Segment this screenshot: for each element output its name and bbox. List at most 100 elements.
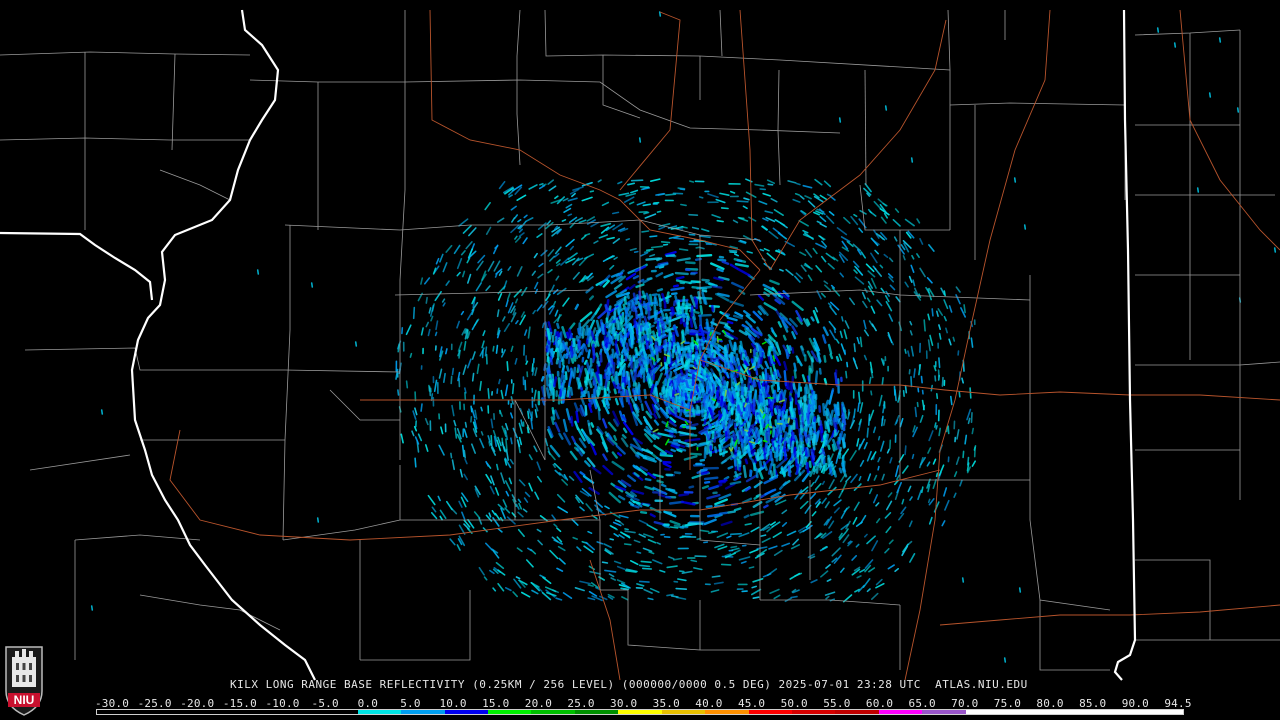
echo-streak [630,179,644,182]
echo-streak [420,403,423,412]
echo-streak [670,448,676,453]
echo-streak [668,341,672,351]
echo-streak [711,388,716,396]
echo-streak [657,293,662,303]
echo-streak [444,348,448,355]
colorbar-swatch [401,710,445,714]
echo-streak [657,339,662,346]
echo-streak [595,352,599,358]
echo-streak [970,411,973,424]
echo-streak [958,391,961,398]
echo-streak [881,376,884,386]
echo-streak [558,351,564,361]
echo-streak [1273,247,1277,253]
echo-streak [802,416,807,425]
colorbar-swatch [531,710,575,714]
echo-streak [836,440,841,450]
echo-streak [678,570,685,573]
echo-streak [710,304,715,312]
echo-streak [835,403,840,417]
echo-streak [685,299,689,306]
echo-streak [576,327,581,336]
echo-streak [664,325,669,333]
echo-streak [696,285,712,290]
echo-streak [701,485,710,490]
echo-streak [546,355,551,364]
echo-streak [793,446,797,458]
echo-streak [695,246,701,249]
echo-streak [706,395,711,402]
echo-streak [405,380,409,389]
echo-streak [505,438,508,451]
echo-streak [877,465,880,471]
echo-streak [623,543,632,546]
echo-streak [494,273,498,278]
echo-streak [579,326,584,337]
echo-streak [617,452,622,457]
colorbar-swatch [1052,710,1097,714]
echo-streak [726,359,731,369]
echo-streak [649,235,658,238]
echo-streak [561,379,566,389]
echo-streak [730,419,734,426]
echo-streak [354,341,358,347]
echo-streak [947,425,950,435]
echo-streak [492,345,495,352]
echo-streak [633,250,639,253]
echo-streak [471,372,475,382]
echo-streak [845,370,848,379]
echo-streak [770,408,774,417]
echo-streak [601,561,609,564]
echo-streak [626,352,630,359]
echo-streak [809,382,814,392]
echo-streak [643,353,648,365]
echo-streak [674,271,689,276]
echo-streak [539,182,544,186]
echo-streak [760,419,765,429]
echo-streak [567,213,573,217]
echo-streak [638,580,650,583]
echo-streak [681,308,686,323]
echo-streak [625,342,630,352]
echo-streak [692,312,697,321]
echo-streak [1196,187,1200,193]
echo-streak [799,413,803,423]
echo-streak [708,350,713,358]
echo-streak [470,405,473,413]
echo-streak [830,388,835,395]
echo-streak [747,404,752,417]
echo-streak [592,377,597,385]
colorbar-swatch [444,710,488,714]
echo-streak [857,391,861,404]
echo-streak [725,371,730,379]
echo-streak [572,347,577,357]
echo-streak [626,323,632,333]
echo-streak [544,321,549,331]
echo-streak [883,418,886,426]
echo-streak [868,376,872,385]
echo-streak [758,375,764,384]
echo-streak [506,360,509,372]
echo-streak [588,365,593,377]
echo-streak [814,370,819,386]
echo-streak [760,402,764,408]
echo-streak [479,380,482,392]
echo-streak [811,356,815,363]
echo-streak [612,362,616,377]
echo-streak [963,304,966,314]
echo-streak [724,389,728,397]
echo-streak [726,423,731,432]
echo-streak [962,450,965,459]
echo-streak [694,351,699,360]
echo-streak [706,330,711,342]
echo-streak [638,358,643,366]
colorbar-swatch [357,710,402,714]
echo-streak [660,241,671,244]
echo-streak [697,405,701,414]
echo-streak [496,309,500,318]
svg-text:NIU: NIU [14,693,35,707]
echo-streak [676,341,680,348]
echo-streak [894,388,897,402]
echo-streak [672,344,676,353]
echo-streak [785,348,789,360]
